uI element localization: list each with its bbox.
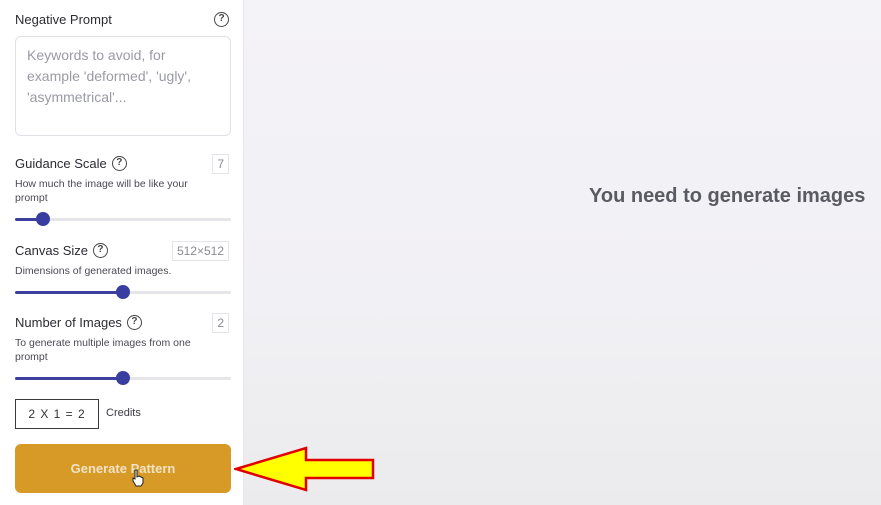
slider-fill xyxy=(15,291,123,294)
empty-state-message: You need to generate images xyxy=(589,185,866,207)
number-of-images-label: Number of Images xyxy=(15,315,122,330)
help-icon[interactable]: ? xyxy=(214,12,229,27)
hand-cursor-icon xyxy=(132,469,144,487)
settings-panel: Negative Prompt ? Keywords to avoid, for… xyxy=(0,0,244,505)
guidance-scale-header: Guidance Scale ? 7 xyxy=(15,154,229,174)
slider-thumb[interactable] xyxy=(36,212,51,226)
annotation-arrow-icon xyxy=(234,446,375,492)
canvas-size-slider[interactable] xyxy=(15,285,231,299)
number-of-images-slider[interactable] xyxy=(15,371,231,385)
negative-prompt-label: Negative Prompt xyxy=(15,12,112,27)
number-of-images-description: To generate multiple images from one pro… xyxy=(15,337,191,363)
canvas-size-description: Dimensions of generated images. xyxy=(15,265,172,277)
guidance-scale-slider[interactable] xyxy=(15,212,231,226)
credits-label: Credits xyxy=(106,407,141,419)
canvas-size-label: Canvas Size xyxy=(15,243,88,258)
slider-fill xyxy=(15,377,123,380)
help-icon[interactable]: ? xyxy=(92,243,108,258)
number-of-images-header: Number of Images ? 2 xyxy=(15,313,229,333)
help-icon[interactable]: ? xyxy=(126,315,142,330)
slider-thumb[interactable] xyxy=(116,285,130,299)
canvas-size-value[interactable]: 512×512 xyxy=(171,241,229,261)
generate-pattern-button[interactable]: Generate Pattern xyxy=(15,444,231,493)
help-icon[interactable]: ? xyxy=(111,156,127,171)
number-of-images-value[interactable]: 2 xyxy=(212,313,229,333)
guidance-scale-label: Guidance Scale xyxy=(15,156,107,171)
slider-thumb[interactable] xyxy=(116,371,130,385)
negative-prompt-input[interactable]: Keywords to avoid, for example 'deformed… xyxy=(15,36,231,136)
guidance-scale-description: How much the image will be like your pro… xyxy=(15,178,188,204)
negative-prompt-header: Negative Prompt ? xyxy=(15,12,229,27)
guidance-scale-value[interactable]: 7 xyxy=(212,154,229,174)
canvas-size-header: Canvas Size ? 512×512 xyxy=(15,241,229,261)
credits-formula: 2 X 1 = 2 xyxy=(15,399,99,429)
